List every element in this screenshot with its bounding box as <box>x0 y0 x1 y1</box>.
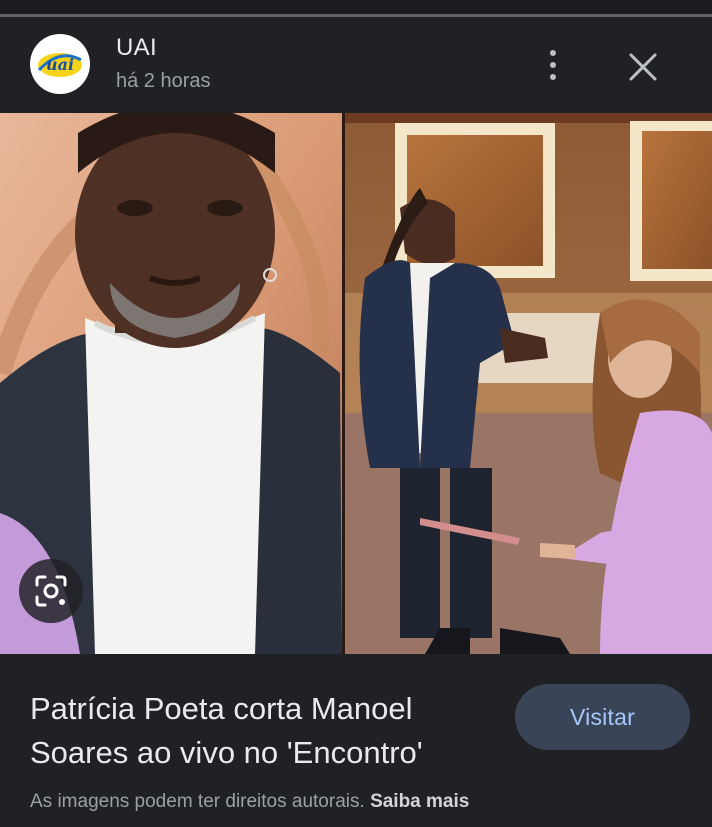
timestamp: há 2 horas <box>116 70 211 92</box>
learn-more-link[interactable]: Saiba mais <box>370 791 469 812</box>
source-name[interactable]: UAI <box>116 34 157 62</box>
result-title[interactable]: Patrícia Poeta corta Manoel Soares ao vi… <box>30 687 500 775</box>
lens-search-button[interactable] <box>19 559 83 623</box>
top-strip <box>0 0 712 14</box>
more-vert-icon <box>550 50 556 56</box>
uai-logo-icon: uai <box>37 53 82 77</box>
svg-text:uai: uai <box>46 55 74 74</box>
copyright-text: As imagens podem ter direitos autorais. <box>30 791 365 812</box>
lens-search-icon <box>35 575 67 607</box>
result-image[interactable] <box>0 113 712 654</box>
visit-button[interactable]: Visitar <box>515 684 690 750</box>
caption-area: Patrícia Poeta corta Manoel Soares ao vi… <box>0 654 712 827</box>
more-options-button[interactable] <box>533 43 573 87</box>
result-header: uai UAI há 2 horas <box>0 17 712 113</box>
close-icon <box>629 53 657 81</box>
source-logo[interactable]: uai <box>30 34 90 94</box>
close-button[interactable] <box>620 44 666 90</box>
copyright-note: As imagens podem ter direitos autorais. … <box>30 791 469 813</box>
